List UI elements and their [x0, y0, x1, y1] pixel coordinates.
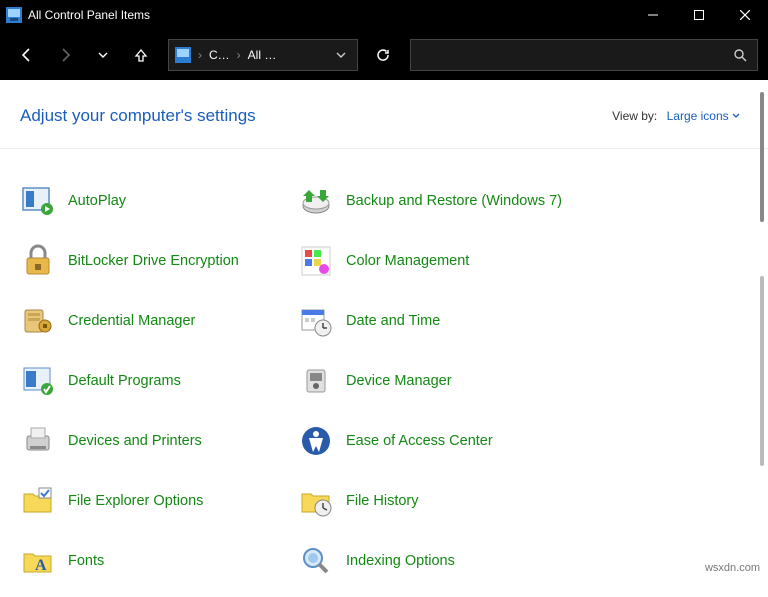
control-panel-icon	[6, 7, 22, 23]
color-mgmt-icon	[298, 243, 334, 279]
datetime-icon	[298, 303, 334, 339]
search-box[interactable]	[410, 39, 758, 71]
item-label: BitLocker Drive Encryption	[68, 252, 239, 270]
item-label: File History	[346, 492, 419, 510]
item-label: Default Programs	[68, 372, 181, 390]
watermark: wsxdn.com	[705, 562, 760, 574]
minimize-button[interactable]	[630, 0, 676, 30]
address-dropdown[interactable]	[331, 50, 351, 60]
fonts-icon: A	[20, 543, 56, 579]
item-label: Credential Manager	[68, 312, 195, 330]
chevron-right-icon: ›	[237, 48, 241, 62]
credential-icon	[20, 303, 56, 339]
svg-text:A: A	[35, 557, 47, 574]
breadcrumb-part[interactable]: C…	[209, 48, 230, 62]
item-label: Fonts	[68, 552, 104, 570]
item-label: Devices and Printers	[68, 432, 202, 450]
bitlocker-icon	[20, 243, 56, 279]
refresh-button[interactable]	[366, 39, 400, 71]
file-explorer-options-item[interactable]: File Explorer Options	[20, 483, 290, 519]
forward-button[interactable]	[48, 39, 82, 71]
chevron-right-icon: ›	[198, 48, 202, 62]
autoplay-item[interactable]: AutoPlay	[20, 183, 290, 219]
item-label: Device Manager	[346, 372, 452, 390]
header-row: Adjust your computer's settings View by:…	[0, 80, 768, 149]
item-label: File Explorer Options	[68, 492, 203, 510]
device-manager-item[interactable]: Device Manager	[298, 363, 568, 399]
breadcrumb-part[interactable]: All …	[248, 48, 277, 62]
indexing-options-item[interactable]: Indexing Options	[298, 543, 568, 579]
devices-printers-icon	[20, 423, 56, 459]
file-history-item[interactable]: File History	[298, 483, 568, 519]
control-panel-addr-icon	[175, 47, 191, 63]
items-grid: AutoPlay Backup and Restore (Windows 7) …	[0, 149, 768, 597]
view-by-dropdown[interactable]: Large icons	[667, 109, 740, 123]
item-label: Color Management	[346, 252, 469, 270]
scroll-thumb[interactable]	[760, 276, 764, 466]
backup-restore-item[interactable]: Backup and Restore (Windows 7)	[298, 183, 568, 219]
ease-of-access-item[interactable]: Ease of Access Center	[298, 423, 568, 459]
indexing-icon	[298, 543, 334, 579]
item-label: Ease of Access Center	[346, 432, 493, 450]
default-programs-icon	[20, 363, 56, 399]
device-mgr-icon	[298, 363, 334, 399]
recent-dropdown[interactable]	[86, 39, 120, 71]
up-button[interactable]	[124, 39, 158, 71]
item-label: AutoPlay	[68, 192, 126, 210]
bitlocker-item[interactable]: BitLocker Drive Encryption	[20, 243, 290, 279]
backup-icon	[298, 183, 334, 219]
view-by: View by: Large icons	[612, 109, 740, 123]
page-heading: Adjust your computer's settings	[20, 106, 256, 126]
item-label: Date and Time	[346, 312, 440, 330]
item-label: Indexing Options	[346, 552, 455, 570]
address-bar[interactable]: › C… › All …	[168, 39, 358, 71]
window-title: All Control Panel Items	[28, 8, 630, 22]
default-programs-item[interactable]: Default Programs	[20, 363, 290, 399]
scrollbar[interactable]	[760, 86, 764, 570]
file-history-icon	[298, 483, 334, 519]
view-by-label: View by:	[612, 109, 657, 123]
color-management-item[interactable]: Color Management	[298, 243, 568, 279]
fonts-item[interactable]: A Fonts	[20, 543, 290, 579]
credential-manager-item[interactable]: Credential Manager	[20, 303, 290, 339]
autoplay-icon	[20, 183, 56, 219]
close-button[interactable]	[722, 0, 768, 30]
file-explorer-icon	[20, 483, 56, 519]
ease-access-icon	[298, 423, 334, 459]
scroll-thumb[interactable]	[760, 92, 764, 222]
navbar: › C… › All …	[0, 30, 768, 80]
search-icon	[733, 48, 747, 62]
date-time-item[interactable]: Date and Time	[298, 303, 568, 339]
maximize-button[interactable]	[676, 0, 722, 30]
item-label: Backup and Restore (Windows 7)	[346, 192, 562, 210]
back-button[interactable]	[10, 39, 44, 71]
content-area: Adjust your computer's settings View by:…	[0, 80, 768, 576]
devices-printers-item[interactable]: Devices and Printers	[20, 423, 290, 459]
titlebar: All Control Panel Items	[0, 0, 768, 30]
